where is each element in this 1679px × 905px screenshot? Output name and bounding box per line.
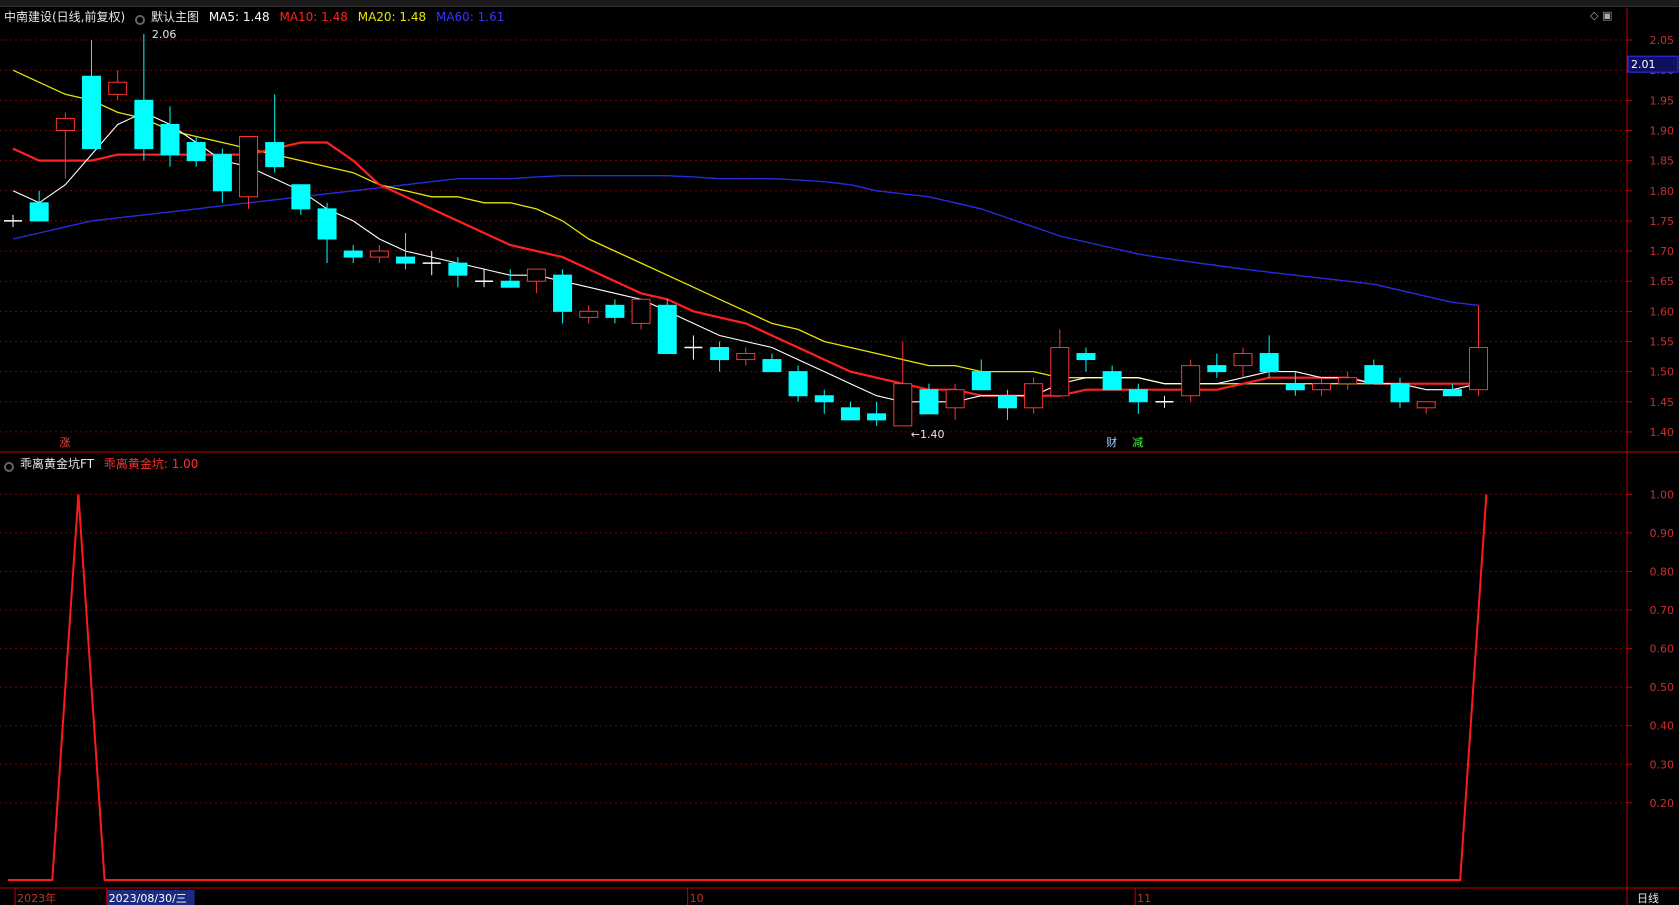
candle-body <box>1338 377 1358 385</box>
price-tick-label: 1.45 <box>1650 396 1675 409</box>
date-label: 2023年 <box>17 891 56 905</box>
price-tick-label: 2.05 <box>1650 34 1675 47</box>
candle-body <box>212 154 232 192</box>
candle-body <box>1207 365 1227 373</box>
chart-marker: 涨 <box>59 436 70 449</box>
candle-body <box>239 136 259 198</box>
candle-body <box>788 371 808 397</box>
candle-body <box>1102 371 1122 391</box>
candle-body <box>1312 383 1331 391</box>
candle-body <box>29 202 49 222</box>
candle-body <box>945 389 965 409</box>
indicator-tick-label: 1.00 <box>1650 488 1675 501</box>
candle-body <box>396 256 416 264</box>
kline-chart[interactable]: 2.06←1.40涨财减 2.052.001.951.901.851.801.7… <box>0 0 1679 905</box>
price-tick-label: 1.50 <box>1650 366 1675 379</box>
candle-body <box>579 310 599 318</box>
candle-body <box>840 407 860 421</box>
date-label: 10 <box>690 892 704 905</box>
candle-body <box>1181 365 1201 397</box>
date-label: 2023/08/30/三 <box>109 892 187 905</box>
chart-marker: 财 <box>1106 435 1117 449</box>
candle-body <box>1442 389 1462 397</box>
candle-body <box>55 117 75 131</box>
candle-body <box>1469 347 1489 391</box>
indicator-tick-label: 0.90 <box>1650 527 1675 540</box>
candle-body <box>631 298 651 324</box>
price-tick-label: 1.85 <box>1650 155 1675 168</box>
indicator-tick-label: 0.40 <box>1650 720 1675 733</box>
candle-body <box>1076 353 1096 361</box>
candle-body <box>1128 389 1148 403</box>
candle-body <box>448 262 468 276</box>
price-tick-label: 1.80 <box>1650 185 1675 198</box>
chart-marker: 减 <box>1132 436 1143 449</box>
candle-body <box>343 250 363 258</box>
candle-body <box>1390 383 1410 403</box>
candle-body <box>1233 353 1253 367</box>
indicator-tick-label: 0.70 <box>1650 604 1675 617</box>
indicator-line <box>8 494 1488 881</box>
candle-body <box>553 274 573 312</box>
date-axis: 2023年 2023/08/30/三 10 11 日线 <box>14 888 1659 905</box>
candle-body <box>500 280 520 288</box>
price-tick-label: 1.60 <box>1650 305 1675 318</box>
candle-body <box>82 75 102 150</box>
indicator-tick-label: 0.20 <box>1650 797 1675 810</box>
candle-body <box>762 359 782 373</box>
date-label: 11 <box>1137 892 1151 905</box>
candle-body <box>1259 353 1279 373</box>
candle-body <box>160 123 180 156</box>
candle-body <box>710 347 730 361</box>
candle-body <box>108 81 128 95</box>
candle-body <box>526 268 546 282</box>
candle-body <box>1416 401 1436 409</box>
indicator-tick-label: 0.30 <box>1650 758 1675 771</box>
candle-body <box>265 142 285 168</box>
price-tick-label: 1.65 <box>1650 275 1675 288</box>
candle-body <box>1285 383 1305 391</box>
price-tick-label: 1.95 <box>1650 94 1675 107</box>
candle-body <box>893 383 913 427</box>
indicator-tick-label: 0.60 <box>1650 643 1675 656</box>
candle-body <box>814 395 834 403</box>
candle-body <box>997 395 1017 409</box>
candle-body <box>971 371 991 391</box>
price-annotation: ←1.40 <box>911 428 945 441</box>
ma60-line <box>12 174 1479 306</box>
candle-body <box>369 250 389 258</box>
current-price-label: 2.01 <box>1631 58 1656 71</box>
indicator-plot <box>8 494 1488 881</box>
candle-body <box>186 142 206 162</box>
candle-body <box>736 353 756 361</box>
candle-body <box>657 304 677 355</box>
ma20-line <box>12 69 1479 385</box>
price-tick-label: 1.90 <box>1650 124 1675 137</box>
candle-body <box>605 304 625 318</box>
price-annotation: 2.06 <box>152 28 177 41</box>
candle-body <box>1050 347 1070 397</box>
price-axis: 2.052.001.951.901.851.801.751.701.651.60… <box>1627 34 1679 810</box>
candle-body <box>134 99 154 150</box>
candle-body <box>919 389 939 415</box>
price-tick-label: 1.75 <box>1650 215 1675 228</box>
candle-body <box>867 413 887 421</box>
price-tick-label: 1.40 <box>1650 426 1675 439</box>
indicator-tick-label: 0.80 <box>1650 565 1675 578</box>
price-tick-label: 1.55 <box>1650 335 1675 348</box>
candle-body <box>291 184 311 210</box>
candle-body <box>1364 365 1384 385</box>
candle-body <box>1024 383 1044 409</box>
price-tick-label: 1.70 <box>1650 245 1675 258</box>
candle-body <box>317 208 337 240</box>
candles[interactable] <box>4 34 1489 427</box>
indicator-tick-label: 0.50 <box>1650 681 1675 694</box>
period-label: 日线 <box>1637 891 1659 905</box>
